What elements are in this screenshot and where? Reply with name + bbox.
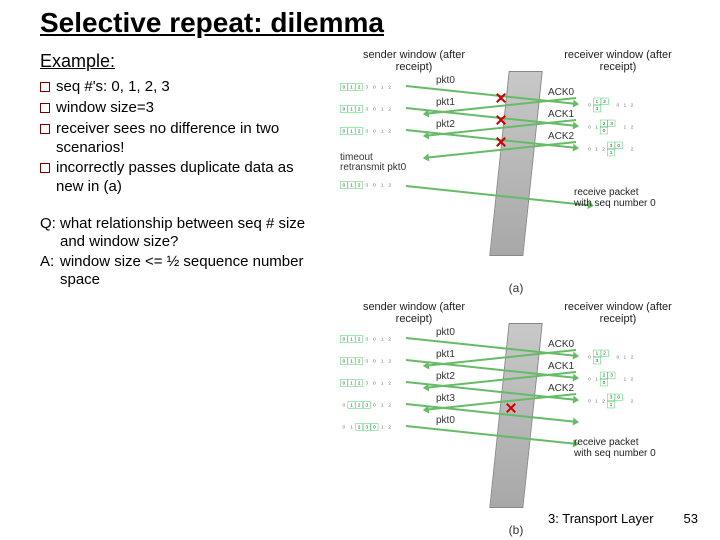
pkt-label: pkt0 xyxy=(436,415,455,426)
receiver-header: receiver window (after receipt) xyxy=(548,49,688,73)
list-item: receiver sees no difference in two scena… xyxy=(40,120,320,158)
loss-x-icon xyxy=(496,115,506,125)
bullet-text: receiver sees no difference in two scena… xyxy=(56,120,320,158)
sender-header: sender window (after receipt) xyxy=(344,49,484,73)
answer: A:window size <= ½ sequence number space xyxy=(40,253,320,289)
receiver-header: receiver window (after receipt) xyxy=(548,301,688,325)
bullet-icon xyxy=(40,163,50,173)
slide: Selective repeat: dilemma Example: seq #… xyxy=(0,0,720,540)
receiver-note: receive packet with seq number 0 xyxy=(574,187,694,209)
footer: 3: Transport Layer 53 xyxy=(548,511,698,526)
pkt-label: pkt0 xyxy=(436,75,455,86)
content-row: Example: seq #'s: 0, 1, 2, 3 window size… xyxy=(40,51,696,537)
receiver-note: receive packet with seq number 0 xyxy=(574,437,694,459)
sender-header: sender window (after receipt) xyxy=(344,301,484,325)
bullet-list: seq #'s: 0, 1, 2, 3 window size=3 receiv… xyxy=(40,78,320,197)
bullet-text: window size=3 xyxy=(56,99,154,118)
footer-section: 3: Transport Layer xyxy=(548,511,654,526)
loss-x-icon xyxy=(496,93,506,103)
pkt-label: pkt2 xyxy=(436,371,455,382)
pkt-label: pkt3 xyxy=(436,393,455,404)
sender-row: 0123012 xyxy=(340,177,459,193)
list-item: window size=3 xyxy=(40,99,320,118)
qa-block: Q:what relationship between seq # size a… xyxy=(40,215,320,289)
pkt-label: pkt1 xyxy=(436,349,455,360)
bullet-icon xyxy=(40,82,50,92)
receiver-row: 0123012 xyxy=(586,133,696,165)
bullet-icon xyxy=(40,103,50,113)
pkt-label: pkt2 xyxy=(436,119,455,130)
bullet-text: seq #'s: 0, 1, 2, 3 xyxy=(56,78,170,97)
figure-a: sender window (after receipt) receiver w… xyxy=(336,51,696,281)
page-title: Selective repeat: dilemma xyxy=(40,8,696,37)
caption-a: (a) xyxy=(336,281,696,295)
a-text: window size <= ½ sequence number space xyxy=(60,253,320,289)
pkt-label: pkt1 xyxy=(436,97,455,108)
q-label: Q: xyxy=(40,215,56,251)
list-item: seq #'s: 0, 1, 2, 3 xyxy=(40,78,320,97)
loss-x-icon xyxy=(506,403,516,413)
diagram-area: sender window (after receipt) receiver w… xyxy=(336,51,696,537)
footer-page: 53 xyxy=(684,511,698,526)
receiver-row: 0123012 xyxy=(586,385,696,417)
pkt-label: pkt0 xyxy=(436,327,455,338)
bullet-icon xyxy=(40,124,50,134)
left-column: Example: seq #'s: 0, 1, 2, 3 window size… xyxy=(40,51,320,537)
question: Q:what relationship between seq # size a… xyxy=(40,215,320,251)
a-label: A: xyxy=(40,253,56,289)
timeout-label: timeout retransmit pkt0 xyxy=(340,153,406,173)
q-text: what relationship between seq # size and… xyxy=(60,215,320,251)
figure-b: sender window (after receipt) receiver w… xyxy=(336,303,696,523)
loss-x-icon xyxy=(496,137,506,147)
list-item: incorrectly passes duplicate data as new… xyxy=(40,159,320,197)
example-label: Example: xyxy=(40,51,320,72)
bullet-text: incorrectly passes duplicate data as new… xyxy=(56,159,320,197)
